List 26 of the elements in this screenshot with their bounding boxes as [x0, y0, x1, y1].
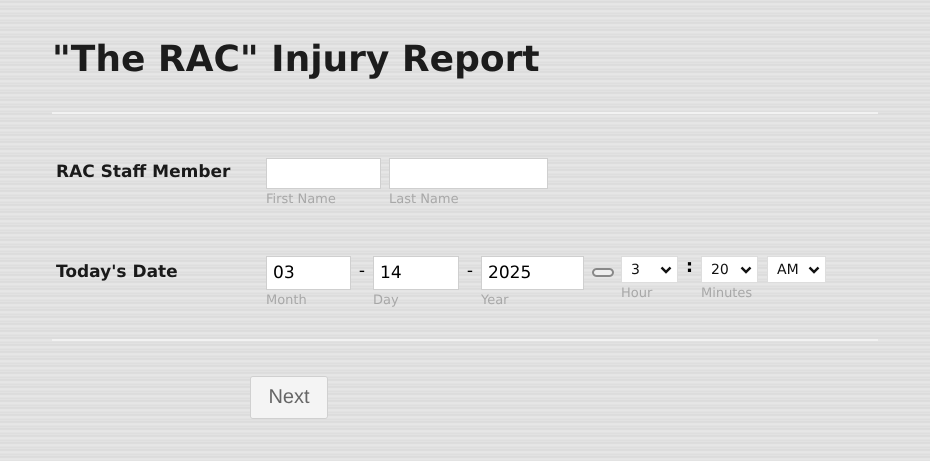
input-field[interactable]: 03: [266, 256, 351, 290]
input-field[interactable]: [266, 158, 381, 189]
field-caption: First Name: [266, 192, 336, 208]
field-caption: Minutes: [701, 286, 752, 302]
chevron-down-icon: [660, 266, 672, 274]
field-label: Today's Date: [55, 261, 179, 282]
input-field[interactable]: 2025: [481, 256, 584, 290]
dropdown[interactable]: AM: [767, 256, 826, 283]
dropdown[interactable]: 20: [701, 256, 758, 283]
field-caption: Month: [266, 293, 307, 309]
next-button[interactable]: Next: [250, 376, 328, 419]
field-caption: Hour: [621, 286, 652, 302]
separator-text: -: [358, 260, 366, 283]
page-title: "The RAC" Injury Report: [52, 38, 541, 82]
input-field[interactable]: 14: [373, 256, 459, 290]
dropdown[interactable]: 3: [621, 256, 678, 283]
chevron-down-icon: [808, 266, 820, 274]
field-caption: Year: [481, 293, 509, 309]
input-field[interactable]: [389, 158, 548, 189]
field-caption: Day: [373, 293, 399, 309]
calendar-button[interactable]: [592, 268, 614, 277]
separator-text: -: [466, 260, 474, 283]
chevron-down-icon: [740, 266, 752, 274]
field-label: RAC Staff Member: [55, 161, 232, 182]
separator-text: :: [684, 256, 694, 278]
field-caption: Last Name: [389, 192, 459, 208]
